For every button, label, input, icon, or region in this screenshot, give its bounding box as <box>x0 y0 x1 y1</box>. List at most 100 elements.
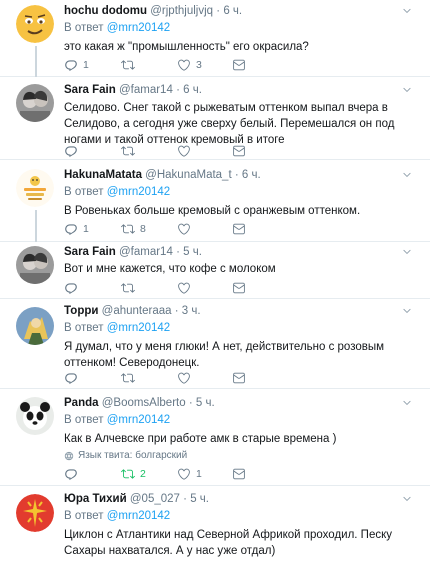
author-handle[interactable]: @05_027 <box>130 493 180 505</box>
chevron-down-icon[interactable] <box>402 6 412 16</box>
retweet-icon <box>121 222 135 236</box>
avatar[interactable] <box>16 169 54 207</box>
reply-icon <box>64 58 78 72</box>
heart-icon <box>177 58 191 72</box>
retweet-button[interactable]: 8 <box>121 222 146 236</box>
mention-link[interactable]: @mrn20142 <box>107 414 170 426</box>
chevron-down-icon[interactable] <box>402 306 412 316</box>
tweet-header: hochu dodomu @rjpthjuljvjq · 6 ч. <box>64 4 420 18</box>
tweet[interactable]: hochu dodomu @rjpthjuljvjq · 6 ч. В отве… <box>0 0 430 77</box>
avatar[interactable] <box>16 397 54 435</box>
avatar[interactable] <box>16 494 54 532</box>
reply-count: 1 <box>83 59 89 71</box>
timestamp[interactable]: 6 ч. <box>242 169 261 181</box>
tweet-header: HakunaMatata @HakunaMata_t · 6 ч. <box>64 168 420 182</box>
tweet[interactable]: Sara Fain @famar14 · 5 ч. Вот и мне каже… <box>0 242 430 299</box>
author-handle[interactable]: @rjpthjuljvjq <box>150 5 213 17</box>
mention-link[interactable]: @mrn20142 <box>107 22 170 34</box>
retweet-count: 2 <box>140 468 146 480</box>
like-button[interactable] <box>177 144 196 158</box>
replying-to: В ответ @mrn20142 <box>64 21 420 35</box>
author-handle[interactable]: @BoomsAlberto <box>102 397 186 409</box>
direct-message-button[interactable] <box>232 371 246 385</box>
timestamp[interactable]: 6 ч. <box>223 5 242 17</box>
like-button[interactable]: 3 <box>177 58 202 72</box>
like-button[interactable] <box>177 222 196 236</box>
replying-to: В ответ @mrn20142 <box>64 413 420 427</box>
reply-button[interactable] <box>64 144 83 158</box>
mention-link[interactable]: @mrn20142 <box>107 322 170 334</box>
like-count: 1 <box>196 468 202 480</box>
avatar[interactable] <box>16 5 54 43</box>
reply-icon <box>64 371 78 385</box>
retweet-button[interactable] <box>121 58 140 72</box>
chevron-down-icon[interactable] <box>402 85 412 95</box>
timestamp[interactable]: 5 ч. <box>196 397 215 409</box>
like-button[interactable] <box>177 371 196 385</box>
thread-line <box>35 46 37 77</box>
author-handle[interactable]: @famar14 <box>119 246 173 258</box>
retweet-icon <box>121 144 135 158</box>
reply-button[interactable]: 1 <box>64 58 89 72</box>
tweet[interactable]: HakunaMatata @HakunaMata_t · 6 ч. В отве… <box>0 160 430 242</box>
author-name[interactable]: Sara Fain <box>64 84 116 96</box>
replying-prefix: В ответ <box>64 22 104 34</box>
retweet-button[interactable] <box>121 371 140 385</box>
envelope-icon <box>232 58 246 72</box>
timestamp[interactable]: 5 ч. <box>190 493 209 505</box>
tweet-text: это какая ж "промышленность" его окрасил… <box>64 41 309 53</box>
tweet[interactable]: Sara Fain @famar14 · 6 ч. Селидово. Снег… <box>0 77 430 160</box>
tweet-header: Panda @BoomsAlberto · 5 ч. <box>64 396 420 410</box>
timestamp[interactable]: 6 ч. <box>183 84 202 96</box>
direct-message-button[interactable] <box>232 281 246 295</box>
reply-icon <box>64 144 78 158</box>
avatar[interactable] <box>16 307 54 345</box>
envelope-icon <box>232 371 246 385</box>
timestamp[interactable]: 5 ч. <box>183 246 202 258</box>
author-name[interactable]: hochu dodomu <box>64 5 147 17</box>
like-count: 3 <box>196 59 202 71</box>
author-handle[interactable]: @famar14 <box>119 84 173 96</box>
reply-button[interactable] <box>64 371 83 385</box>
direct-message-button[interactable] <box>232 58 246 72</box>
tweet-language-note: Язык твита: болгарский <box>64 450 420 461</box>
reply-button[interactable] <box>64 467 83 481</box>
tweet[interactable]: Panda @BoomsAlberto · 5 ч. В ответ @mrn2… <box>0 389 430 486</box>
chevron-down-icon[interactable] <box>402 494 412 504</box>
avatar[interactable] <box>16 246 54 284</box>
retweet-button[interactable] <box>121 144 140 158</box>
tweet[interactable]: Торри @ahunteraaa · 3 ч. В ответ @mrn201… <box>0 299 430 389</box>
chevron-down-icon[interactable] <box>402 170 412 180</box>
author-handle[interactable]: @HakunaMata_t <box>145 169 231 181</box>
separator-dot: · <box>176 246 180 258</box>
avatar[interactable] <box>16 84 54 122</box>
author-name[interactable]: Юра Тихий <box>64 493 127 505</box>
retweet-icon <box>121 281 135 295</box>
retweet-button[interactable] <box>121 281 140 295</box>
retweet-icon <box>121 467 135 481</box>
mention-link[interactable]: @mrn20142 <box>107 186 170 198</box>
author-name[interactable]: Торри <box>64 305 98 317</box>
envelope-icon <box>232 467 246 481</box>
like-button[interactable]: 1 <box>177 467 202 481</box>
direct-message-button[interactable] <box>232 467 246 481</box>
replying-prefix: В ответ <box>64 322 104 334</box>
reply-button[interactable] <box>64 281 83 295</box>
direct-message-button[interactable] <box>232 222 246 236</box>
author-handle[interactable]: @ahunteraaa <box>102 305 172 317</box>
direct-message-button[interactable] <box>232 144 246 158</box>
retweet-button[interactable]: 2 <box>121 467 146 481</box>
reply-button[interactable]: 1 <box>64 222 89 236</box>
tweet[interactable]: Юра Тихий @05_027 · 5 ч. В ответ @mrn201… <box>0 486 430 576</box>
timestamp[interactable]: 3 ч. <box>182 305 201 317</box>
thread-line <box>35 210 37 242</box>
mention-link[interactable]: @mrn20142 <box>107 510 170 522</box>
chevron-down-icon[interactable] <box>402 247 412 257</box>
author-name[interactable]: Sara Fain <box>64 246 116 258</box>
author-name[interactable]: Panda <box>64 397 99 409</box>
separator-dot: · <box>174 305 179 317</box>
chevron-down-icon[interactable] <box>402 398 412 408</box>
like-button[interactable] <box>177 281 196 295</box>
author-name[interactable]: HakunaMatata <box>64 169 142 181</box>
language-label[interactable]: Язык твита: болгарский <box>78 450 187 461</box>
